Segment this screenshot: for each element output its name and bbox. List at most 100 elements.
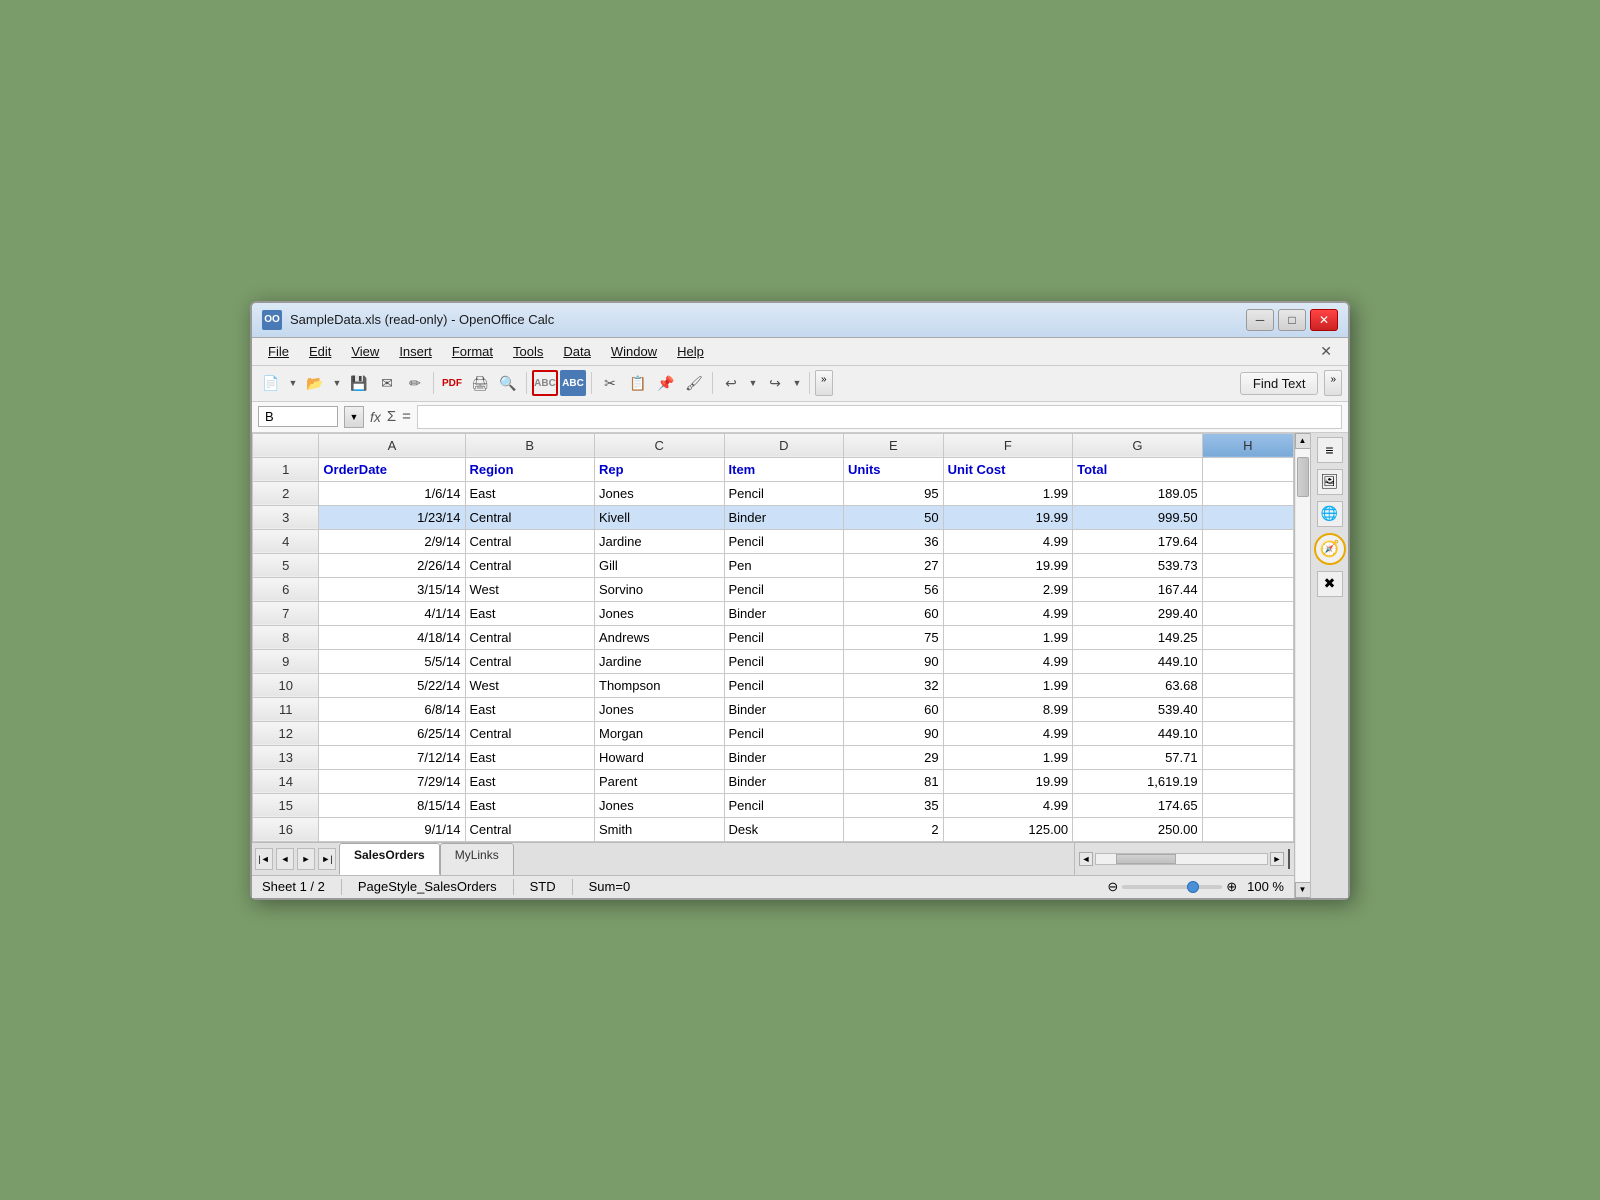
col-header-e[interactable]: E — [844, 433, 944, 457]
cell-6-b[interactable]: West — [465, 577, 595, 601]
cell-12-c[interactable]: Morgan — [595, 721, 725, 745]
cell-4-h[interactable] — [1202, 529, 1293, 553]
table-row[interactable]: 74/1/14EastJonesBinder604.99299.40 — [253, 601, 1294, 625]
cell-12-e[interactable]: 90 — [844, 721, 944, 745]
cell-5-g[interactable]: 539.73 — [1073, 553, 1203, 577]
minimize-button[interactable]: ─ — [1246, 309, 1274, 331]
cell-4-d[interactable]: Pencil — [724, 529, 844, 553]
vscroll-down[interactable]: ▼ — [1295, 882, 1311, 898]
table-row[interactable]: 1OrderDateRegionRepItemUnitsUnit CostTot… — [253, 457, 1294, 481]
cell-13-e[interactable]: 29 — [844, 745, 944, 769]
cell-1-b[interactable]: Region — [465, 457, 595, 481]
cell-7-h[interactable] — [1202, 601, 1293, 625]
cell-6-d[interactable]: Pencil — [724, 577, 844, 601]
cell-9-a[interactable]: 5/5/14 — [319, 649, 465, 673]
cell-4-g[interactable]: 179.64 — [1073, 529, 1203, 553]
cell-5-e[interactable]: 27 — [844, 553, 944, 577]
cell-11-e[interactable]: 60 — [844, 697, 944, 721]
vscroll-thumb[interactable] — [1297, 457, 1309, 497]
open-button[interactable]: 📂 — [302, 370, 328, 396]
table-row[interactable]: 31/23/14CentralKivellBinder5019.99999.50 — [253, 505, 1294, 529]
row-header-4[interactable]: 4 — [253, 529, 319, 553]
cell-14-h[interactable] — [1202, 769, 1293, 793]
row-header-13[interactable]: 13 — [253, 745, 319, 769]
cell-16-b[interactable]: Central — [465, 817, 595, 841]
cell-16-h[interactable] — [1202, 817, 1293, 841]
cell-2-b[interactable]: East — [465, 481, 595, 505]
zoom-thumb[interactable] — [1187, 881, 1199, 893]
cell-15-b[interactable]: East — [465, 793, 595, 817]
toolbar-more2-button[interactable]: » — [1324, 370, 1342, 396]
cell-4-f[interactable]: 4.99 — [943, 529, 1073, 553]
row-header-15[interactable]: 15 — [253, 793, 319, 817]
undo-button[interactable]: ↩ — [718, 370, 744, 396]
cell-15-d[interactable]: Pencil — [724, 793, 844, 817]
drag-handle[interactable] — [1288, 849, 1290, 869]
table-row[interactable]: 169/1/14CentralSmithDesk2125.00250.00 — [253, 817, 1294, 841]
pdf-button[interactable]: PDF — [439, 370, 465, 396]
cell-5-f[interactable]: 19.99 — [943, 553, 1073, 577]
cell-2-d[interactable]: Pencil — [724, 481, 844, 505]
hscroll-right[interactable]: ► — [1270, 852, 1284, 866]
cell-13-a[interactable]: 7/12/14 — [319, 745, 465, 769]
row-header-10[interactable]: 10 — [253, 673, 319, 697]
zoom-minus-icon[interactable]: ⊖ — [1107, 879, 1118, 895]
cell-6-e[interactable]: 56 — [844, 577, 944, 601]
cell-2-e[interactable]: 95 — [844, 481, 944, 505]
table-row[interactable]: 21/6/14EastJonesPencil951.99189.05 — [253, 481, 1294, 505]
cell-3-d[interactable]: Binder — [724, 505, 844, 529]
menu-tools[interactable]: Tools — [505, 341, 551, 362]
cell-15-e[interactable]: 35 — [844, 793, 944, 817]
toolbar-more-button[interactable]: » — [815, 370, 833, 396]
menu-edit[interactable]: Edit — [301, 341, 339, 362]
cell-15-f[interactable]: 4.99 — [943, 793, 1073, 817]
cell-8-e[interactable]: 75 — [844, 625, 944, 649]
cell-1-c[interactable]: Rep — [595, 457, 725, 481]
cell-7-c[interactable]: Jones — [595, 601, 725, 625]
cell-14-c[interactable]: Parent — [595, 769, 725, 793]
print-button[interactable]: 🖨 — [467, 370, 493, 396]
table-row[interactable]: 126/25/14CentralMorganPencil904.99449.10 — [253, 721, 1294, 745]
cell-6-a[interactable]: 3/15/14 — [319, 577, 465, 601]
cell-13-b[interactable]: East — [465, 745, 595, 769]
equals-icon[interactable]: = — [402, 408, 411, 425]
cell-7-d[interactable]: Binder — [724, 601, 844, 625]
cell-ref-dropdown[interactable]: ▼ — [344, 406, 364, 428]
cell-8-a[interactable]: 4/18/14 — [319, 625, 465, 649]
cell-12-h[interactable] — [1202, 721, 1293, 745]
menu-file[interactable]: File — [260, 341, 297, 362]
table-row[interactable]: 105/22/14WestThompsonPencil321.9963.68 — [253, 673, 1294, 697]
formula-input[interactable] — [417, 405, 1342, 429]
cell-10-d[interactable]: Pencil — [724, 673, 844, 697]
cell-11-g[interactable]: 539.40 — [1073, 697, 1203, 721]
col-header-c[interactable]: C — [595, 433, 725, 457]
close-button[interactable]: ✕ — [1310, 309, 1338, 331]
cell-15-h[interactable] — [1202, 793, 1293, 817]
cell-7-a[interactable]: 4/1/14 — [319, 601, 465, 625]
cell-14-b[interactable]: East — [465, 769, 595, 793]
cell-12-g[interactable]: 449.10 — [1073, 721, 1203, 745]
cell-3-b[interactable]: Central — [465, 505, 595, 529]
row-header-8[interactable]: 8 — [253, 625, 319, 649]
cell-2-a[interactable]: 1/6/14 — [319, 481, 465, 505]
cell-11-f[interactable]: 8.99 — [943, 697, 1073, 721]
cell-4-c[interactable]: Jardine — [595, 529, 725, 553]
cell-8-g[interactable]: 149.25 — [1073, 625, 1203, 649]
table-row[interactable]: 63/15/14WestSorvinoPencil562.99167.44 — [253, 577, 1294, 601]
cell-9-f[interactable]: 4.99 — [943, 649, 1073, 673]
row-header-3[interactable]: 3 — [253, 505, 319, 529]
col-header-a[interactable]: A — [319, 433, 465, 457]
menu-help[interactable]: Help — [669, 341, 712, 362]
cell-13-h[interactable] — [1202, 745, 1293, 769]
row-header-1[interactable]: 1 — [253, 457, 319, 481]
row-header-12[interactable]: 12 — [253, 721, 319, 745]
cell-10-h[interactable] — [1202, 673, 1293, 697]
cell-5-a[interactable]: 2/26/14 — [319, 553, 465, 577]
cell-8-b[interactable]: Central — [465, 625, 595, 649]
vscroll-track[interactable] — [1296, 449, 1310, 882]
cell-13-c[interactable]: Howard — [595, 745, 725, 769]
cell-4-a[interactable]: 2/9/14 — [319, 529, 465, 553]
cell-10-b[interactable]: West — [465, 673, 595, 697]
cell-11-h[interactable] — [1202, 697, 1293, 721]
cell-15-g[interactable]: 174.65 — [1073, 793, 1203, 817]
